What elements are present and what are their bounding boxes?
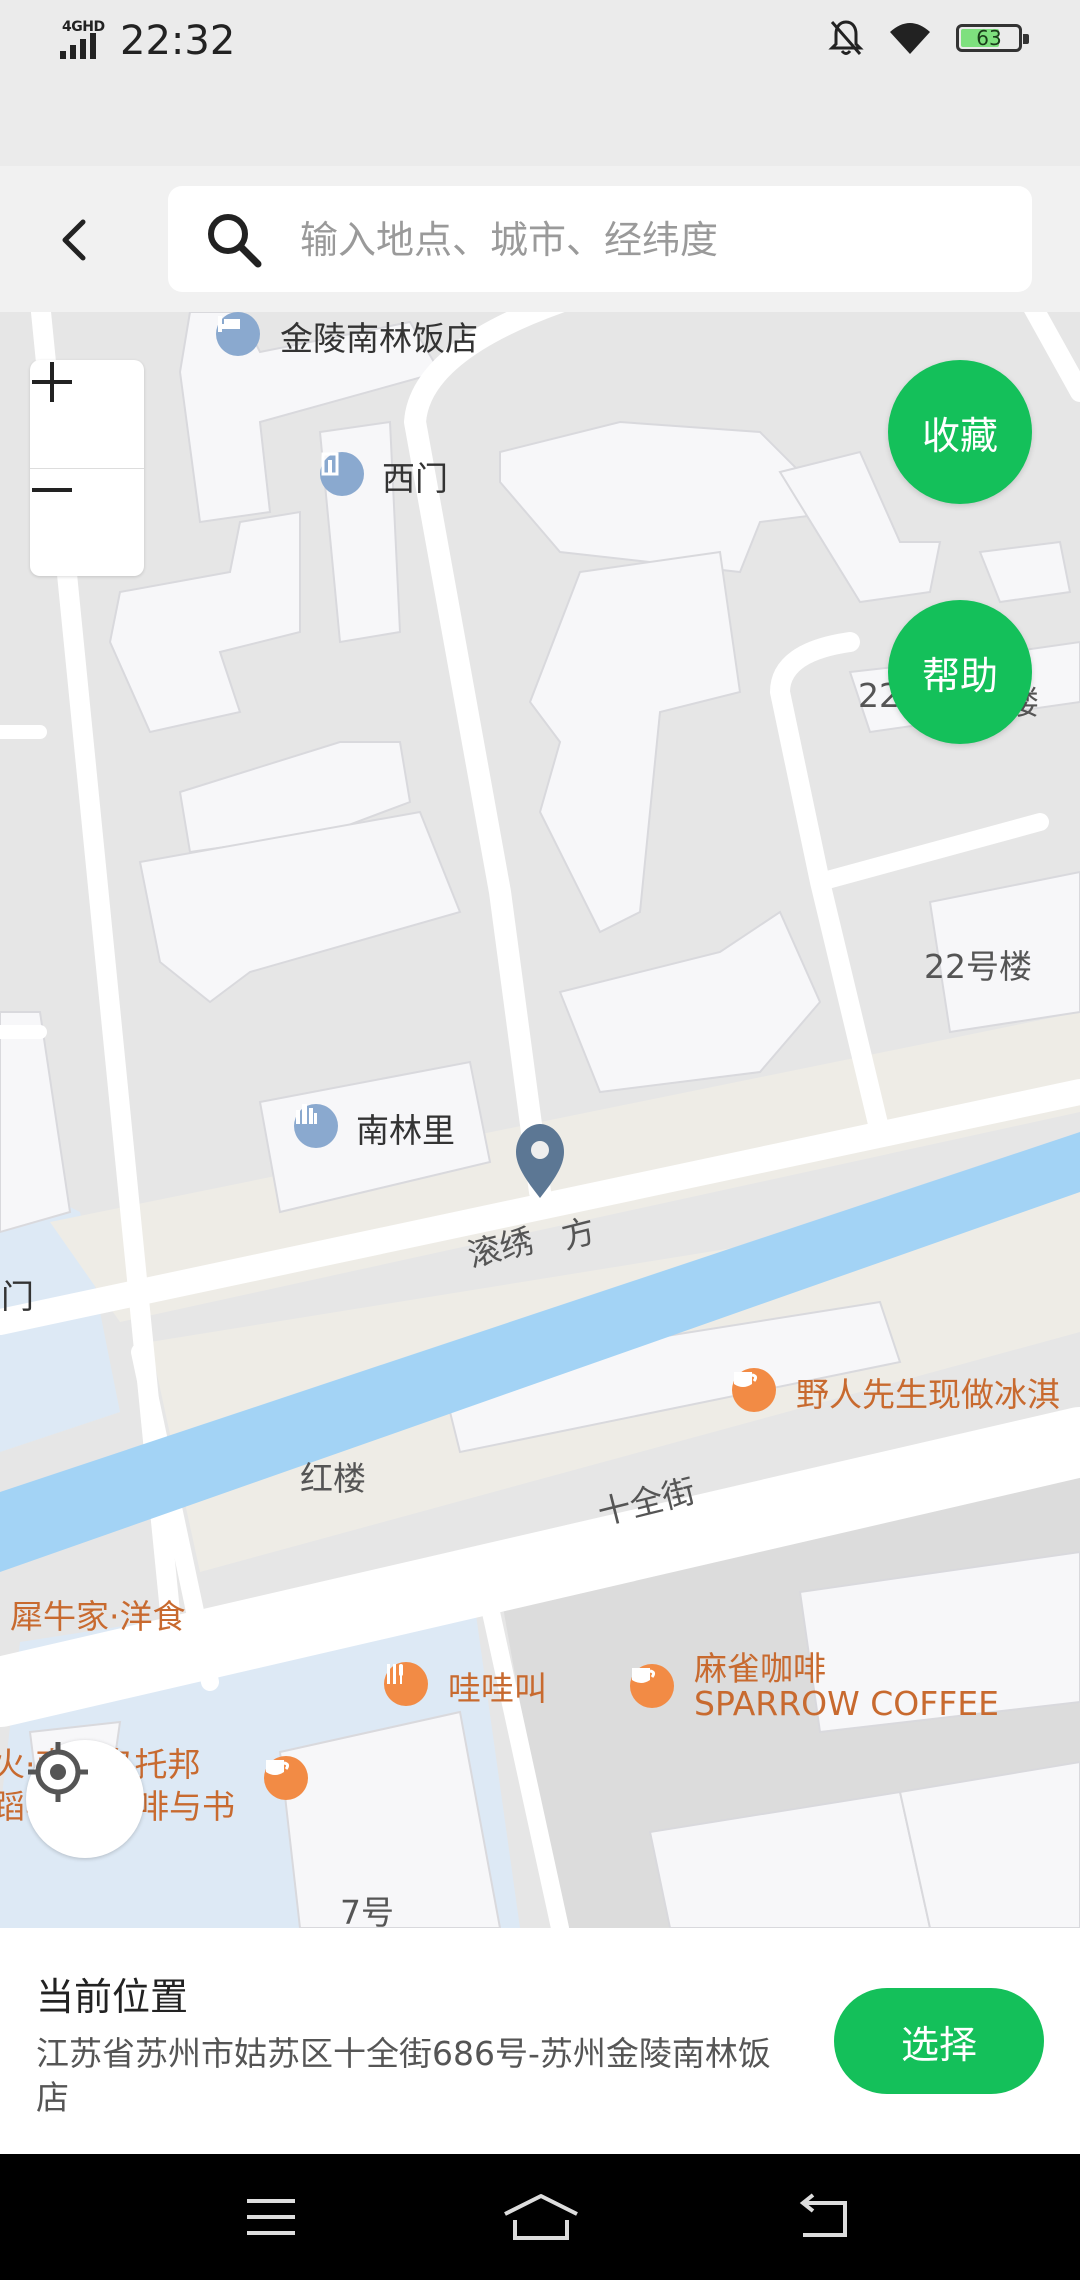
zoom-control: [30, 360, 144, 576]
menu-button[interactable]: [226, 2176, 316, 2258]
search-input[interactable]: [298, 186, 1012, 294]
coffee-icon: [630, 1664, 674, 1708]
label-utopia-line2[interactable]: 啡与书: [136, 1780, 235, 1828]
panel-title: 当前位置: [36, 1975, 189, 2019]
signal-icon: 4GHD: [58, 19, 108, 63]
back-arrow-icon: [799, 2193, 847, 2237]
home-button[interactable]: [496, 2176, 586, 2258]
label-rhino-cafe[interactable]: 犀牛家·洋食: [10, 1590, 186, 1638]
label-south-gate-partial: 南门: [0, 1277, 34, 1316]
locate-button[interactable]: [26, 1740, 144, 1858]
battery-icon: 63: [956, 24, 1029, 52]
label-west-gate[interactable]: 西门: [382, 452, 448, 500]
system-nav-bar: [0, 2154, 1080, 2280]
crosshair-icon: [28, 1742, 88, 1802]
network-type: 4GHD: [62, 19, 105, 35]
search-icon: [208, 214, 262, 268]
label-sparrow-en[interactable]: SPARROW COFFEE: [694, 1684, 999, 1723]
plus-icon: [32, 362, 72, 402]
back-nav-button[interactable]: [778, 2176, 868, 2258]
location-panel: 当前位置 江苏省苏州市姑苏区十全街686号-苏州金陵南林饭店 选择: [0, 1928, 1080, 2154]
back-button[interactable]: [36, 202, 112, 278]
select-button[interactable]: 选择: [834, 1988, 1044, 2094]
battery-level: 63: [976, 26, 1002, 50]
mute-bell-icon: [828, 20, 864, 55]
label-hotel[interactable]: 金陵南林饭店: [280, 312, 478, 360]
residential-icon: [294, 1104, 338, 1148]
restaurant-icon: [384, 1662, 428, 1706]
clock: 22:32: [120, 18, 236, 64]
label-no7: 7号: [340, 1893, 394, 1928]
coffee-icon: [264, 1756, 308, 1800]
label-nanlinli[interactable]: 南林里: [356, 1104, 455, 1152]
search-box[interactable]: [168, 186, 1032, 294]
map-view[interactable]: 金陵南林饭店 西门 22 楼 22号楼 南林里 滚绣 方 南门 野人先生现做冰淇…: [0, 312, 1080, 1928]
ice-cream-shop-icon: [732, 1368, 776, 1412]
minus-icon: [32, 488, 72, 492]
help-button[interactable]: 帮助: [888, 600, 1032, 744]
chevron-left-icon: [62, 219, 86, 261]
home-icon: [504, 2194, 578, 2240]
menu-icon: [247, 2199, 295, 2235]
label-wawajiao[interactable]: 哇哇叫: [448, 1662, 547, 1710]
label-ice-cream[interactable]: 野人先生现做冰淇: [796, 1368, 1060, 1416]
zoom-in-button[interactable]: [30, 360, 144, 468]
label-honglou: 红楼: [300, 1459, 366, 1498]
header: [0, 166, 1080, 313]
label-building22[interactable]: 22号楼: [924, 940, 1032, 988]
hotel-icon: [216, 312, 260, 356]
label-sparrow-cn[interactable]: 麻雀咖啡: [694, 1642, 826, 1690]
current-address: 江苏省苏州市姑苏区十全街686号-苏州金陵南林饭店: [36, 2034, 771, 2117]
gate-icon: [320, 452, 364, 496]
wifi-icon: [890, 23, 930, 54]
status-bar: 4GHD 22:32 63: [0, 0, 1080, 84]
zoom-out-button[interactable]: [30, 468, 144, 576]
favorite-button[interactable]: 收藏: [888, 360, 1032, 504]
